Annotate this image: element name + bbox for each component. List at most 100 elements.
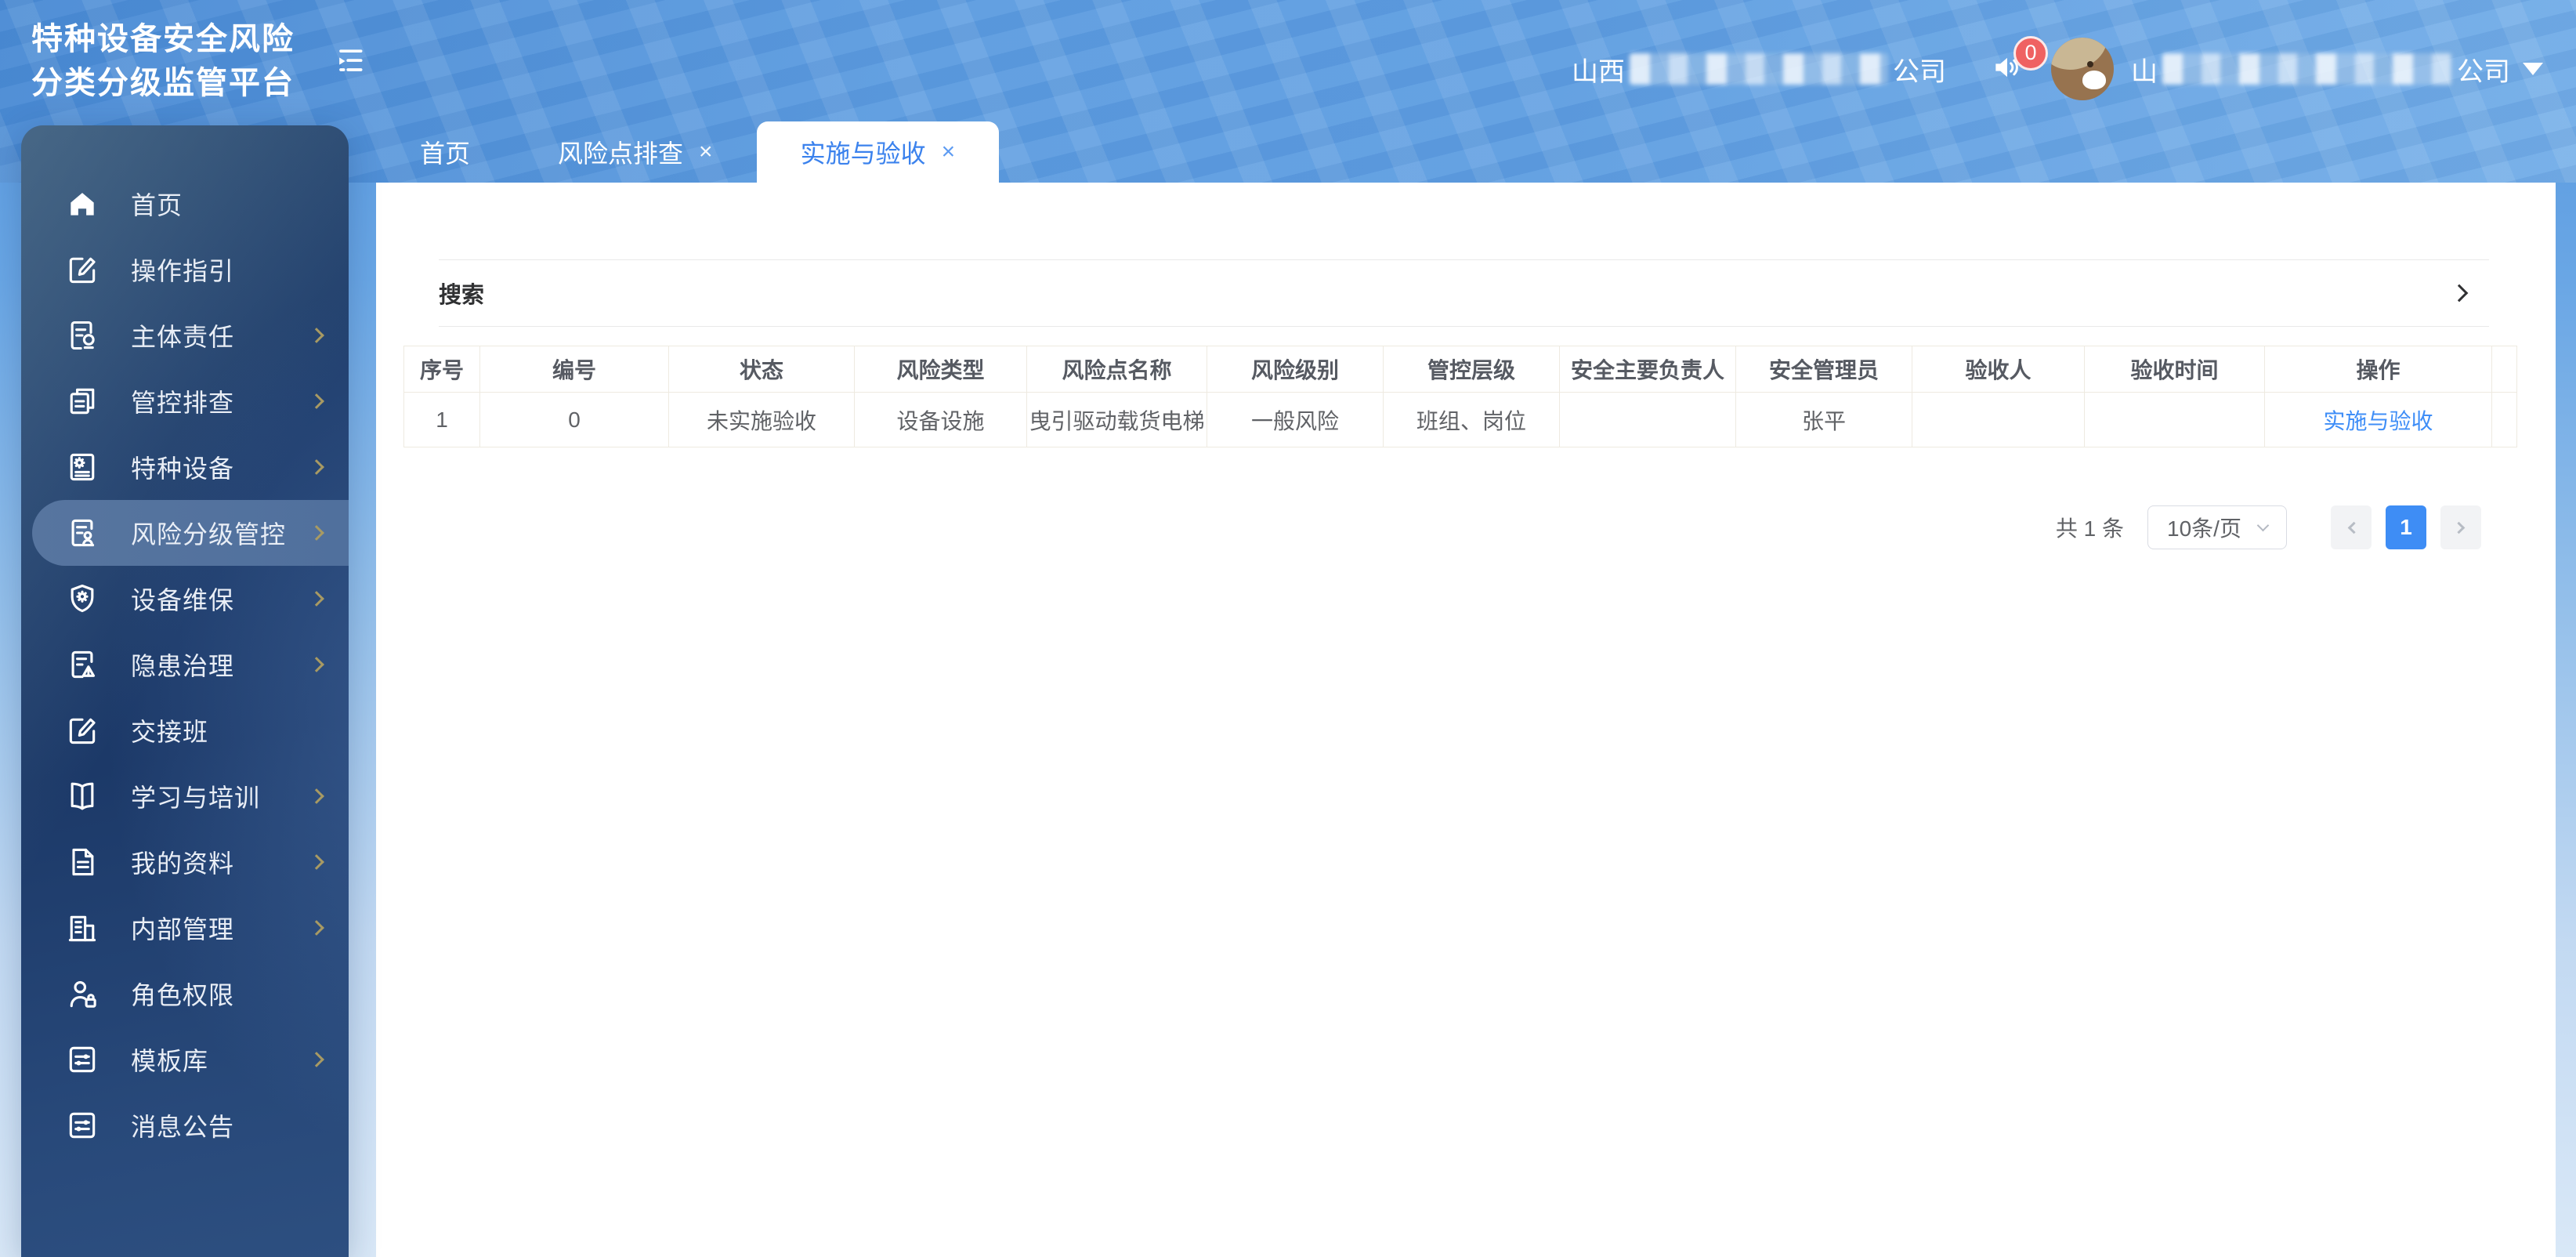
action-link[interactable]: 实施与验收 [2323, 409, 2433, 433]
sidebar-item-label: 我的资料 [131, 849, 235, 878]
search-collapse-row[interactable]: 搜索 [439, 259, 2489, 327]
sidebar-item-内部管理[interactable]: 内部管理 [21, 895, 349, 961]
chevron-down-icon [2256, 519, 2270, 531]
table-cell: 0 [479, 392, 669, 447]
doc-gear-icon [70, 453, 95, 481]
avatar-detail [2082, 71, 2106, 89]
chevron-right-icon [309, 328, 324, 343]
next-page-button[interactable] [2440, 505, 2481, 549]
tab-close-icon[interactable]: × [942, 140, 956, 164]
tab-close-icon[interactable]: × [699, 140, 713, 164]
chevron-right-icon [309, 459, 324, 475]
sidebar-item-特种设备[interactable]: 特种设备 [21, 434, 349, 500]
user-lock-icon [70, 980, 96, 1008]
sidebar-item-主体责任[interactable]: 主体责任 [21, 302, 349, 368]
table-cell: 班组、岗位 [1383, 392, 1560, 447]
doc-icon [72, 848, 94, 876]
tab-实施与验收[interactable]: 实施与验收 × [756, 121, 1000, 183]
table-cell [2084, 392, 2265, 447]
tab-风险点排查[interactable]: 风险点排查 × [514, 121, 757, 183]
sidebar-item-隐患治理[interactable]: 隐患治理 [21, 632, 349, 697]
user-name-prefix: 山 [2131, 56, 2158, 87]
user-menu[interactable]: 山 公司 [2131, 50, 2543, 89]
sidebar-item-风险分级管控[interactable]: 风险分级管控 [32, 500, 349, 566]
chevron-left-icon [2347, 521, 2360, 534]
sidebar-item-消息公告[interactable]: 消息公告 [21, 1092, 349, 1158]
pagination: 共 1 条 10条/页 1 [2056, 505, 2481, 549]
column-header-序号: 序号 [403, 346, 480, 393]
sidebar-item-label: 学习与培训 [131, 784, 261, 812]
table-body: 1 0 未实施验收 设备设施 曳引驱动载货电梯 一般风险 班组、岗位 张平 实施与验收 [403, 392, 2517, 447]
company-name-suffix: 公司 [1893, 56, 1946, 87]
sidebar-item-操作指引[interactable]: 操作指引 [21, 237, 349, 302]
edit-icon [69, 718, 96, 744]
chevron-right-icon [309, 1052, 324, 1067]
sidebar-item-label: 设备维保 [131, 586, 235, 614]
table-cell: 设备设施 [854, 392, 1027, 447]
tab-首页[interactable]: 首页 [376, 121, 514, 183]
chevron-right-icon [2452, 521, 2465, 534]
column-header-风险点名称: 风险点名称 [1026, 346, 1207, 393]
page-size-value: 10条/页 [2167, 516, 2241, 541]
sidebar-item-设备维保[interactable]: 设备维保 [21, 566, 349, 632]
page-number-1[interactable]: 1 [2386, 505, 2426, 549]
column-header-安全管理员: 安全管理员 [1735, 346, 1912, 393]
chevron-right-icon [309, 591, 324, 607]
sidebar-item-label: 特种设备 [131, 455, 235, 483]
app-title-line2: 分类分级监管平台 [31, 66, 295, 100]
book-icon [71, 782, 94, 810]
table-cell: 曳引驱动载货电梯 [1026, 392, 1207, 447]
sidebar: 首页操作指引主体责任管控排查特种设备风险分级管控 设备维保隐患治理交接班学习与培训… [21, 125, 349, 1257]
chevron-right-icon [309, 854, 324, 870]
column-header-风险级别: 风险级别 [1207, 346, 1384, 393]
table-cell [1559, 392, 1736, 447]
sidebar-item-模板库[interactable]: 模板库 [21, 1027, 349, 1092]
table-cell: 未实施验收 [668, 392, 855, 447]
redacted-company-text [1630, 53, 1888, 85]
sidebar-item-学习与培训[interactable]: 学习与培训 [21, 763, 349, 829]
table-cell-operation: 实施与验收 [2264, 392, 2492, 447]
sidebar-collapse-icon[interactable] [332, 44, 367, 78]
user-avatar[interactable] [2051, 38, 2114, 100]
edit-icon [69, 257, 96, 284]
redacted-user-text [2162, 53, 2452, 85]
chevron-right-icon [309, 657, 324, 672]
notification-button[interactable]: 0 [1990, 35, 2048, 89]
company-name-prefix: 山西 [1572, 56, 1625, 87]
risk-table: 序号 编号 状态 风险类型 风险点名称 风险级别 管控层级 安全主要负责人 安全管理员 验收人 验收… [403, 346, 2517, 447]
shield-gear-icon [71, 584, 94, 613]
sidebar-item-label: 主体责任 [131, 323, 235, 351]
tab-bar: 首页 风险点排查 × 实施与验收 × [376, 121, 1000, 183]
sidebar-item-label: 风险分级管控 [131, 520, 287, 549]
sidebar-item-角色权限[interactable]: 角色权限 [21, 961, 349, 1027]
sidebar-item-label: 隐患治理 [131, 652, 235, 680]
sidebar-item-交接班[interactable]: 交接班 [21, 697, 349, 763]
page-size-select[interactable]: 10条/页 [2147, 505, 2287, 549]
sidebar-item-我的资料[interactable]: 我的资料 [21, 829, 349, 895]
notification-badge: 0 [2013, 35, 2048, 71]
column-header-状态: 状态 [668, 346, 855, 393]
column-header-风险类型: 风险类型 [854, 346, 1027, 393]
prev-page-button[interactable] [2331, 505, 2372, 549]
table-row: 1 0 未实施验收 设备设施 曳引驱动载货电梯 一般风险 班组、岗位 张平 实施与验收 [403, 392, 2517, 447]
chevron-right-icon [309, 920, 324, 936]
chevron-right-icon [309, 393, 324, 409]
table-gutter-cell [2491, 392, 2517, 447]
content-panel: 搜索 序号 编号 状态 风险类型 风险点名称 风险级别 管控层级 安全主要负责人 安全管理员 验收… [376, 183, 2556, 1257]
app-title-line1: 特种设备安全风险 [31, 22, 295, 56]
table-gutter [2491, 346, 2517, 393]
column-header-验收时间: 验收时间 [2084, 346, 2265, 393]
building-icon [68, 915, 96, 942]
chevron-right-icon[interactable] [2450, 284, 2469, 302]
table-header-row: 序号 编号 状态 风险类型 风险点名称 风险级别 管控层级 安全主要负责人 安全管理员 验收人 验收… [403, 346, 2517, 393]
column-header-安全主要负责人: 安全主要负责人 [1559, 346, 1736, 393]
sidebar-item-首页[interactable]: 首页 [21, 171, 349, 237]
sliders-icon [69, 1046, 96, 1073]
column-header-管控层级: 管控层级 [1383, 346, 1560, 393]
sidebar-item-label: 模板库 [131, 1047, 209, 1075]
sliders-icon [69, 1112, 96, 1139]
sidebar-item-管控排查[interactable]: 管控排查 [21, 368, 349, 434]
sidebar-item-label: 内部管理 [131, 915, 235, 944]
sidebar-item-label: 操作指引 [131, 257, 235, 285]
chevron-right-icon [309, 525, 324, 541]
